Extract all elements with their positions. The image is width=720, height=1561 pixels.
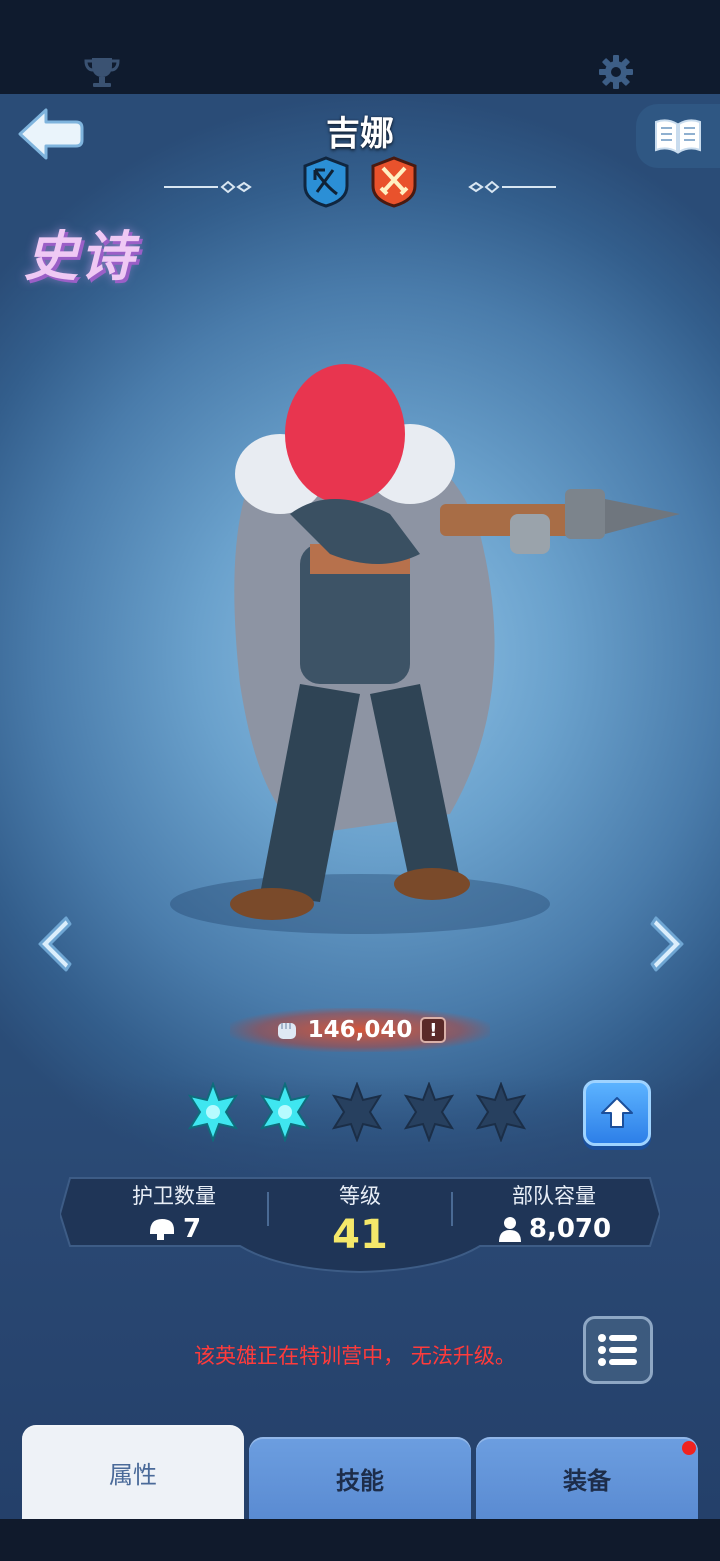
helmet-icon bbox=[149, 1219, 174, 1240]
book-icon bbox=[655, 119, 701, 154]
person-icon bbox=[498, 1217, 521, 1242]
troop-capacity-value: 8,070 bbox=[528, 1214, 612, 1244]
hero-scene: 吉娜 史诗 146,040 ! 护卫数量 7 等级 41 部队容量 8,070 … bbox=[0, 94, 720, 1519]
system-nav-bar bbox=[0, 1519, 720, 1561]
rarity-label: 史诗 bbox=[24, 225, 136, 288]
tab-skills-label: 技能 bbox=[336, 1466, 384, 1495]
level-value: 41 bbox=[332, 1212, 388, 1258]
tab-skills[interactable]: 技能 bbox=[249, 1437, 471, 1519]
prev-hero-arrow-icon[interactable] bbox=[32, 914, 76, 974]
star-empty-icon bbox=[403, 1082, 455, 1142]
crossbow-icon[interactable] bbox=[303, 156, 349, 208]
star-rating bbox=[186, 1082, 528, 1142]
star-upgrade-button[interactable] bbox=[583, 1080, 651, 1146]
stats-panel: 护卫数量 7 等级 41 部队容量 8,070 bbox=[60, 1174, 660, 1274]
power-alert-icon[interactable]: ! bbox=[420, 1017, 447, 1043]
list-icon bbox=[598, 1334, 637, 1366]
level-label: 等级 bbox=[339, 1184, 381, 1208]
star-filled-icon bbox=[187, 1082, 239, 1142]
top-bar bbox=[0, 0, 720, 94]
gear-icon[interactable] bbox=[596, 52, 636, 92]
trophy-icon[interactable] bbox=[82, 52, 122, 92]
crossed-swords-icon[interactable] bbox=[371, 156, 417, 208]
star-filled-icon bbox=[259, 1082, 311, 1142]
details-list-button[interactable] bbox=[583, 1316, 653, 1384]
power-value: 146,040 bbox=[307, 1017, 413, 1043]
star-empty-icon bbox=[475, 1082, 527, 1142]
arrow-up-icon bbox=[601, 1097, 633, 1128]
tab-equipment-label: 装备 bbox=[563, 1466, 611, 1495]
hero-model bbox=[170, 364, 680, 934]
power-rating[interactable]: 146,040 ! bbox=[230, 1008, 490, 1052]
next-hero-arrow-icon[interactable] bbox=[646, 914, 690, 974]
notification-dot bbox=[682, 1441, 696, 1455]
tab-attributes[interactable]: 属性 bbox=[22, 1425, 244, 1519]
hero-name: 吉娜 bbox=[326, 114, 394, 154]
class-badges bbox=[0, 156, 720, 208]
troop-capacity-label: 部队容量 bbox=[512, 1184, 596, 1208]
tab-attributes-label: 属性 bbox=[109, 1460, 157, 1489]
tab-equipment[interactable]: 装备 bbox=[476, 1437, 698, 1519]
star-empty-icon bbox=[331, 1082, 383, 1142]
hero-level: 等级 41 bbox=[275, 1180, 445, 1258]
bottom-tabs: 属性 技能 装备 bbox=[0, 1423, 720, 1519]
guard-count-label: 护卫数量 bbox=[132, 1184, 216, 1208]
guard-count: 护卫数量 7 bbox=[90, 1180, 258, 1244]
upgrade-warning: 该英雄正在特训营中， 无法升级。 bbox=[194, 1344, 516, 1368]
troop-capacity: 部队容量 8,070 bbox=[460, 1180, 648, 1244]
guard-count-value: 7 bbox=[182, 1214, 202, 1244]
fist-icon bbox=[277, 1023, 296, 1039]
